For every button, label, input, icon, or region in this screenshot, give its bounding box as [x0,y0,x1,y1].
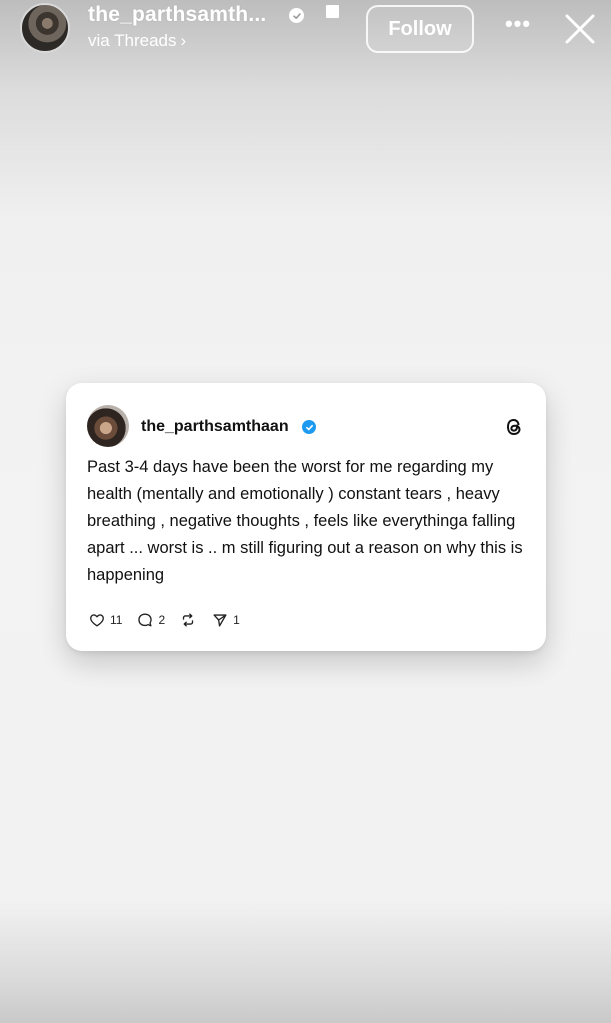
threads-logo-icon [503,416,525,438]
repost-action[interactable] [179,611,197,629]
pause-indicator-icon [326,5,339,18]
reply-count: 2 [158,613,166,627]
more-options-icon[interactable]: ••• [500,13,536,42]
send-icon [213,614,227,627]
post-author-avatar[interactable] [87,405,129,447]
header-username[interactable]: the_parthsamth... [88,3,266,27]
post-actions: 11 2 1 [88,609,254,631]
verified-badge-icon [302,420,316,434]
repost-icon [182,613,194,627]
via-threads-label: via Threads [88,31,177,50]
post-author-username[interactable]: the_parthsamthaan [141,418,289,436]
post-body-text: Past 3-4 days have been the worst for me… [87,458,523,584]
heart-icon [90,614,104,627]
reply-action[interactable]: 2 [136,611,165,629]
verified-badge-icon [289,8,304,23]
via-threads-link[interactable]: via Threads › [88,31,186,51]
threads-post-card[interactable]: the_parthsamthaan Past 3-4 days have bee… [66,383,546,651]
story-header: the_parthsamth... via Threads › Follow ••… [0,0,611,62]
follow-button[interactable]: Follow [366,5,474,53]
like-action[interactable]: 11 [88,611,122,629]
share-count: 1 [233,613,240,627]
like-count: 11 [110,613,123,627]
profile-avatar[interactable] [20,3,70,53]
chevron-right-icon: › [180,31,187,50]
close-icon[interactable] [560,9,600,49]
share-action[interactable]: 1 [211,611,240,629]
comment-icon [138,613,153,627]
